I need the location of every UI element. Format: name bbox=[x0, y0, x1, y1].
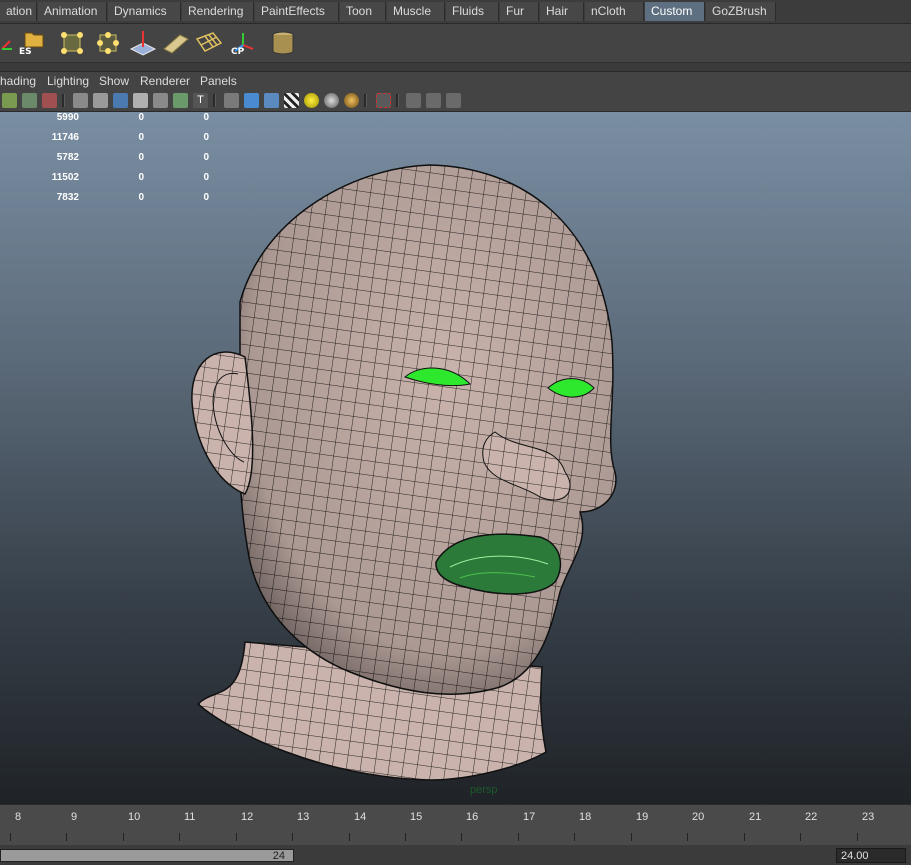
resolution-gate-icon[interactable] bbox=[113, 93, 128, 108]
film-gate-icon[interactable] bbox=[93, 93, 108, 108]
shelf-icon-bar: ES CP bbox=[0, 24, 911, 63]
tick-label: 10 bbox=[128, 811, 141, 823]
field-chart-icon[interactable] bbox=[153, 93, 168, 108]
tick-mark bbox=[631, 833, 632, 841]
xray-icon[interactable] bbox=[406, 93, 421, 108]
tick-mark bbox=[292, 833, 293, 841]
cp-axis-icon[interactable]: CP bbox=[225, 27, 257, 59]
tick-mark bbox=[179, 833, 180, 841]
safe-action-icon[interactable] bbox=[173, 93, 188, 108]
tab-animation-partial[interactable]: ation bbox=[0, 2, 37, 21]
tick-label: 15 bbox=[410, 811, 423, 823]
tick-mark bbox=[66, 833, 67, 841]
menu-renderer[interactable]: Renderer bbox=[140, 74, 190, 88]
menu-panels[interactable]: Panels bbox=[200, 74, 237, 88]
tick-label: 20 bbox=[692, 811, 705, 823]
tab-gozbrush[interactable]: GoZBrush bbox=[706, 2, 776, 21]
range-end-label: 24 bbox=[272, 850, 285, 862]
panel-toolbar: T bbox=[0, 90, 911, 112]
tick-label: 11 bbox=[184, 811, 196, 823]
shelf-tab-bar: ation Animation Dynamics Rendering Paint… bbox=[0, 0, 911, 24]
wireframe-on-shaded-icon[interactable] bbox=[264, 93, 279, 108]
tab-fluids[interactable]: Fluids bbox=[446, 2, 499, 21]
camera-label: persp bbox=[470, 784, 498, 796]
tick-mark bbox=[744, 833, 745, 841]
range-slider[interactable] bbox=[0, 849, 294, 862]
camera-attributes-icon[interactable] bbox=[2, 93, 17, 108]
tick-mark bbox=[800, 833, 801, 841]
tick-mark bbox=[461, 833, 462, 841]
tick-label: 23 bbox=[862, 811, 875, 823]
tab-rendering[interactable]: Rendering bbox=[182, 2, 254, 21]
tick-mark bbox=[10, 833, 11, 841]
tick-label: 9 bbox=[71, 811, 78, 823]
toolbar-separator bbox=[62, 94, 65, 107]
tick-label: 12 bbox=[241, 811, 254, 823]
share-icon[interactable] bbox=[446, 93, 461, 108]
xray-joints-icon[interactable] bbox=[426, 93, 441, 108]
tick-label: 16 bbox=[466, 811, 479, 823]
shelf-separator bbox=[0, 63, 911, 72]
menu-show[interactable]: Show bbox=[99, 74, 129, 88]
tick-mark bbox=[236, 833, 237, 841]
tick-mark bbox=[123, 833, 124, 841]
tick-label: 22 bbox=[805, 811, 818, 823]
isolate-select-icon[interactable] bbox=[376, 93, 391, 108]
textured-icon[interactable] bbox=[284, 93, 299, 108]
tab-muscle[interactable]: Muscle bbox=[387, 2, 445, 21]
tab-toon[interactable]: Toon bbox=[340, 2, 386, 21]
folder-es-icon[interactable]: ES bbox=[17, 27, 49, 59]
cube-vertex-icon[interactable] bbox=[92, 27, 124, 59]
lighting-icon[interactable] bbox=[304, 93, 319, 108]
tab-fur[interactable]: Fur bbox=[500, 2, 539, 21]
tick-mark bbox=[687, 833, 688, 841]
tick-mark bbox=[405, 833, 406, 841]
menu-lighting[interactable]: Lighting bbox=[47, 74, 89, 88]
camera-bookmark-icon[interactable] bbox=[22, 93, 37, 108]
head-model[interactable] bbox=[0, 112, 911, 804]
toolbar-separator bbox=[213, 94, 216, 107]
range-slider-bar: 24 24.00 bbox=[0, 845, 911, 865]
panel-menu-bar: hading Lighting Show Renderer Panels bbox=[0, 72, 911, 90]
tick-mark bbox=[857, 833, 858, 841]
cylinder-icon[interactable] bbox=[267, 27, 299, 59]
tick-mark bbox=[349, 833, 350, 841]
tab-painteffects[interactable]: PaintEffects bbox=[255, 2, 339, 21]
toolbar-separator bbox=[364, 94, 367, 107]
tick-label: 21 bbox=[749, 811, 762, 823]
scroll-icon[interactable] bbox=[160, 27, 192, 59]
plane-arrow-icon[interactable] bbox=[127, 27, 159, 59]
safe-title-icon[interactable]: T bbox=[193, 93, 208, 108]
tab-custom[interactable]: Custom bbox=[645, 2, 705, 21]
grid-icon[interactable] bbox=[73, 93, 88, 108]
tab-dynamics[interactable]: Dynamics bbox=[108, 2, 181, 21]
tick-label: 17 bbox=[523, 811, 536, 823]
tick-label: 19 bbox=[636, 811, 649, 823]
tab-hair[interactable]: Hair bbox=[540, 2, 584, 21]
time-slider[interactable]: 8 9 10 11 12 13 14 15 16 17 18 19 20 21 … bbox=[0, 804, 911, 845]
perspective-viewport[interactable]: 5990 0 0 11746 0 0 5782 0 0 11502 0 0 78… bbox=[0, 112, 911, 804]
cube-nodes-icon[interactable] bbox=[56, 27, 88, 59]
current-frame-field[interactable]: 24.00 bbox=[836, 848, 906, 863]
tab-ncloth[interactable]: nCloth bbox=[585, 2, 644, 21]
tick-label: 13 bbox=[297, 811, 310, 823]
tick-label: 18 bbox=[579, 811, 592, 823]
shadows-icon[interactable] bbox=[324, 93, 339, 108]
tick-mark bbox=[574, 833, 575, 841]
smooth-shade-icon[interactable] bbox=[244, 93, 259, 108]
high-quality-icon[interactable] bbox=[344, 93, 359, 108]
tick-label: 14 bbox=[354, 811, 367, 823]
wireframe-icon[interactable] bbox=[224, 93, 239, 108]
cp-label: CP bbox=[231, 47, 245, 57]
tick-mark bbox=[518, 833, 519, 841]
gate-mask-icon[interactable] bbox=[133, 93, 148, 108]
tick-label: 8 bbox=[15, 811, 22, 823]
image-plane-icon[interactable] bbox=[42, 93, 57, 108]
menu-shading[interactable]: hading bbox=[0, 74, 36, 88]
lattice-icon[interactable] bbox=[193, 27, 225, 59]
toolbar-separator bbox=[396, 94, 399, 107]
tab-animation[interactable]: Animation bbox=[38, 2, 107, 21]
es-label: ES bbox=[19, 47, 32, 57]
